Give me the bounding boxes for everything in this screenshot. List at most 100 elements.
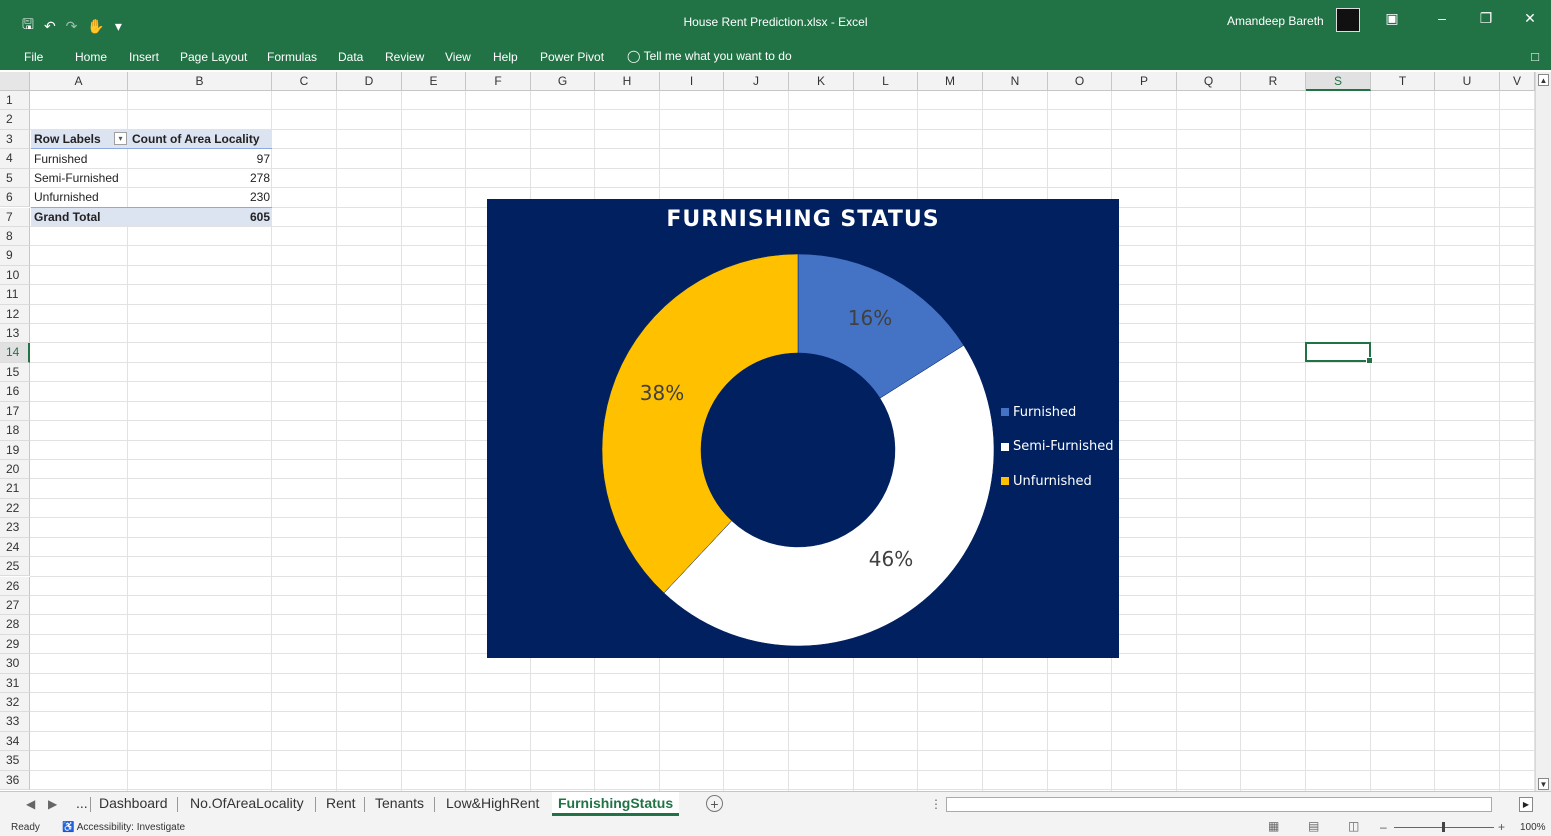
tab-low-high-rent[interactable]: Low&HighRent xyxy=(440,795,545,811)
row-header-1[interactable]: 1 xyxy=(0,91,30,111)
row-header-31[interactable]: 31 xyxy=(0,673,30,693)
menu-insert[interactable]: Insert xyxy=(129,50,159,64)
select-all-corner[interactable] xyxy=(0,72,30,91)
menu-data[interactable]: Data xyxy=(338,50,363,64)
pivot-row-value[interactable]: 278 xyxy=(128,169,272,188)
column-header-r[interactable]: R xyxy=(1241,72,1306,91)
column-header-e[interactable]: E xyxy=(402,72,466,91)
tab-tenants[interactable]: Tenants xyxy=(369,795,430,811)
column-header-s[interactable]: S xyxy=(1306,72,1371,91)
close-icon[interactable]: ✕ xyxy=(1518,10,1542,27)
pivot-row-label[interactable]: Furnished xyxy=(31,150,128,169)
row-header-28[interactable]: 28 xyxy=(0,615,30,635)
zoom-out-icon[interactable]: – xyxy=(1380,820,1387,834)
row-header-10[interactable]: 10 xyxy=(0,265,30,286)
row-header-23[interactable]: 23 xyxy=(0,518,30,538)
row-header-7[interactable]: 7 xyxy=(0,207,30,227)
column-header-n[interactable]: N xyxy=(983,72,1048,91)
column-header-p[interactable]: P xyxy=(1112,72,1177,91)
menu-file[interactable]: File xyxy=(24,50,43,64)
tab-next-icon[interactable]: ▶ xyxy=(48,797,57,811)
row-header-36[interactable]: 36 xyxy=(0,770,30,791)
row-header-33[interactable]: 33 xyxy=(0,712,30,732)
tab-dashboard[interactable]: Dashboard xyxy=(93,795,174,811)
zoom-slider-thumb[interactable] xyxy=(1442,822,1445,832)
minimize-icon[interactable]: – xyxy=(1430,10,1454,26)
column-header-c[interactable]: C xyxy=(272,72,337,91)
row-header-5[interactable]: 5 xyxy=(0,168,30,189)
tab-rent[interactable]: Rent xyxy=(320,795,362,811)
row-header-27[interactable]: 27 xyxy=(0,595,30,616)
menu-page-layout[interactable]: Page Layout xyxy=(180,50,247,64)
column-header-f[interactable]: F xyxy=(466,72,531,91)
row-header-12[interactable]: 12 xyxy=(0,304,30,324)
row-header-4[interactable]: 4 xyxy=(0,149,30,169)
column-header-l[interactable]: L xyxy=(854,72,918,91)
normal-view-icon[interactable]: ▦ xyxy=(1268,819,1279,833)
pivot-row-value[interactable]: 97 xyxy=(128,150,272,169)
row-header-26[interactable]: 26 xyxy=(0,576,30,596)
column-header-d[interactable]: D xyxy=(337,72,402,91)
row-header-24[interactable]: 24 xyxy=(0,537,30,558)
furnishing-status-chart[interactable]: 16% 46% 38% FURNISHING STATUS Furnished Se… xyxy=(487,199,1119,658)
row-header-9[interactable]: 9 xyxy=(0,246,30,266)
row-header-15[interactable]: 15 xyxy=(0,362,30,383)
row-header-35[interactable]: 35 xyxy=(0,751,30,771)
row-header-13[interactable]: 13 xyxy=(0,324,30,344)
row-header-11[interactable]: 11 xyxy=(0,285,30,305)
add-sheet-icon[interactable]: + xyxy=(706,795,723,812)
column-header-t[interactable]: T xyxy=(1371,72,1435,91)
accessibility-status[interactable]: ♿ Accessibility: Investigate xyxy=(62,822,185,833)
column-header-q[interactable]: Q xyxy=(1177,72,1241,91)
pivot-header-value[interactable]: Count of Area Locality xyxy=(128,130,272,149)
row-header-34[interactable]: 34 xyxy=(0,731,30,752)
row-header-22[interactable]: 22 xyxy=(0,498,30,519)
pivot-row-label[interactable]: Unfurnished xyxy=(31,188,128,207)
column-header-v[interactable]: V xyxy=(1500,72,1535,91)
row-header-18[interactable]: 18 xyxy=(0,421,30,441)
zoom-level[interactable]: 100% xyxy=(1520,822,1546,833)
page-layout-view-icon[interactable]: ▤ xyxy=(1308,819,1319,833)
row-header-8[interactable]: 8 xyxy=(0,226,30,247)
row-header-19[interactable]: 19 xyxy=(0,440,30,460)
page-break-view-icon[interactable]: ◫ xyxy=(1348,819,1359,833)
row-header-2[interactable]: 2 xyxy=(0,110,30,130)
pivot-total-value[interactable]: 605 xyxy=(128,207,272,226)
row-header-20[interactable]: 20 xyxy=(0,459,30,480)
menu-power-pivot[interactable]: Power Pivot xyxy=(540,50,604,64)
scroll-right-icon[interactable]: ▶ xyxy=(1519,797,1533,812)
tab-furnishing-status[interactable]: FurnishingStatus xyxy=(552,792,680,816)
tab-splitter-icon[interactable]: ⋮ xyxy=(930,797,942,811)
column-header-u[interactable]: U xyxy=(1435,72,1500,91)
row-header-25[interactable]: 25 xyxy=(0,557,30,577)
column-header-k[interactable]: K xyxy=(789,72,854,91)
column-header-j[interactable]: J xyxy=(724,72,789,91)
vertical-scrollbar[interactable]: ▲ ▼ xyxy=(1535,72,1551,793)
tab-prev-icon[interactable]: ◀ xyxy=(26,797,35,811)
ribbon-display-icon[interactable]: ▣ xyxy=(1380,10,1404,27)
menu-review[interactable]: Review xyxy=(385,50,424,64)
column-header-b[interactable]: B xyxy=(128,72,272,91)
pivot-total-label[interactable]: Grand Total xyxy=(31,207,128,226)
filter-dropdown-icon[interactable]: ▾ xyxy=(114,132,127,145)
row-header-30[interactable]: 30 xyxy=(0,654,30,674)
row-header-21[interactable]: 21 xyxy=(0,479,30,499)
scroll-up-icon[interactable]: ▲ xyxy=(1538,74,1549,86)
active-cell-s14[interactable] xyxy=(1305,342,1373,364)
menu-help[interactable]: Help xyxy=(493,50,518,64)
row-header-14[interactable]: 14 xyxy=(0,343,30,363)
row-header-3[interactable]: 3 xyxy=(0,129,30,150)
row-header-6[interactable]: 6 xyxy=(0,188,30,208)
column-header-i[interactable]: I xyxy=(660,72,724,91)
menu-formulas[interactable]: Formulas xyxy=(267,50,317,64)
pivot-row-label[interactable]: Semi-Furnished xyxy=(31,169,128,188)
tell-me-search[interactable]: ◯ Tell me what you want to do xyxy=(627,49,792,63)
restore-icon[interactable]: ❐ xyxy=(1474,10,1498,27)
menu-home[interactable]: Home xyxy=(75,50,107,64)
pivot-row-value[interactable]: 230 xyxy=(128,188,272,207)
row-header-32[interactable]: 32 xyxy=(0,693,30,713)
user-name[interactable]: Amandeep Bareth xyxy=(1227,14,1324,28)
column-header-h[interactable]: H xyxy=(595,72,660,91)
tab-no-of-area-locality[interactable]: No.OfAreaLocality xyxy=(184,795,310,811)
row-header-16[interactable]: 16 xyxy=(0,382,30,402)
